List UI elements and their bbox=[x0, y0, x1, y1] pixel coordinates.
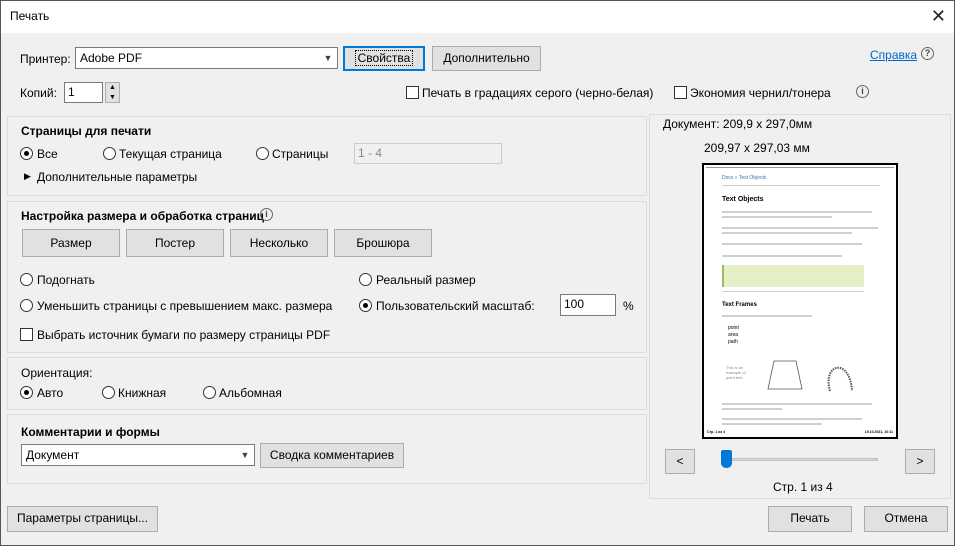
document-size: Документ: 209,9 x 297,0мм bbox=[663, 117, 813, 131]
actual-size-label: Реальный размер bbox=[376, 273, 476, 287]
fit-radio[interactable] bbox=[20, 273, 33, 286]
preview-footer-left: Стр. 1 из 4 bbox=[707, 430, 726, 434]
preview-illustration: This is anexample ofpoint text. bbox=[726, 360, 853, 392]
sizing-info-icon[interactable]: i bbox=[260, 208, 273, 221]
next-page-button[interactable]: > bbox=[905, 449, 935, 474]
print-button[interactable]: Печать bbox=[768, 506, 852, 532]
shrink-label: Уменьшить страницы с превышением макс. р… bbox=[37, 299, 333, 313]
copies-stepper[interactable]: ▲ ▼ bbox=[105, 82, 120, 103]
print-dialog: Печать ✕ Принтер: Adobe PDF ▼ Свойства Д… bbox=[0, 0, 955, 546]
paper-source-checkbox[interactable] bbox=[20, 328, 33, 341]
preview-heading: Text Objects bbox=[722, 196, 764, 203]
pages-current-radio[interactable] bbox=[103, 147, 116, 160]
properties-button[interactable]: Свойства bbox=[343, 46, 425, 71]
preview-subheading: Text Frames bbox=[722, 302, 757, 308]
svg-text:point text.: point text. bbox=[726, 375, 743, 380]
custom-scale-input[interactable]: 100 bbox=[560, 294, 616, 316]
poster-button[interactable]: Постер bbox=[126, 229, 224, 257]
page-size: 209,97 x 297,03 мм bbox=[704, 141, 810, 155]
page-status: Стр. 1 из 4 bbox=[773, 480, 833, 494]
page-slider-track[interactable] bbox=[723, 458, 878, 461]
printer-select[interactable]: Adobe PDF ▼ bbox=[75, 47, 338, 69]
percent-label: % bbox=[623, 299, 634, 313]
multiple-button[interactable]: Несколько bbox=[230, 229, 328, 257]
grayscale-checkbox[interactable] bbox=[406, 86, 419, 99]
expand-arrow-icon[interactable]: ▶ bbox=[24, 171, 31, 182]
save-ink-checkbox[interactable] bbox=[674, 86, 687, 99]
size-button[interactable]: Размер bbox=[22, 229, 120, 257]
orientation-title: Ориентация: bbox=[21, 366, 93, 380]
shrink-radio[interactable] bbox=[20, 299, 33, 312]
orientation-portrait-label: Книжная bbox=[118, 386, 167, 400]
printer-value: Adobe PDF bbox=[80, 51, 143, 65]
comments-title: Комментарии и формы bbox=[21, 425, 160, 439]
prev-page-button[interactable]: < bbox=[665, 449, 695, 474]
booklet-button[interactable]: Брошюра bbox=[334, 229, 432, 257]
pages-range-radio[interactable] bbox=[256, 147, 269, 160]
preview-bullet: point bbox=[728, 325, 739, 331]
preview-breadcrumb: Docs » Text Objects bbox=[722, 175, 767, 181]
orientation-landscape-radio[interactable] bbox=[203, 386, 216, 399]
orientation-panel bbox=[7, 357, 647, 410]
preview-text-line bbox=[722, 227, 878, 229]
info-icon[interactable]: i bbox=[856, 85, 869, 98]
page-slider-thumb[interactable] bbox=[721, 450, 732, 468]
grayscale-label: Печать в градациях серого (черно-белая) bbox=[422, 86, 654, 100]
sizing-title: Настройка размера и обработка страниц bbox=[21, 209, 264, 223]
chevron-down-icon: ▼ bbox=[240, 450, 250, 460]
orientation-portrait-radio[interactable] bbox=[102, 386, 115, 399]
pages-all-radio[interactable] bbox=[20, 147, 33, 160]
comments-select[interactable]: Документ ▼ bbox=[21, 444, 255, 466]
save-ink-label: Экономия чернил/тонера bbox=[690, 86, 831, 100]
preview-footer-right: 19.10.2021, 10:11 bbox=[864, 430, 893, 434]
window-title: Печать bbox=[10, 9, 50, 23]
custom-scale-radio[interactable] bbox=[359, 299, 372, 312]
preview-text-line bbox=[722, 243, 862, 245]
preview-text-line bbox=[722, 403, 872, 405]
help-link[interactable]: Справка bbox=[870, 48, 917, 62]
pages-title: Страницы для печати bbox=[21, 124, 152, 138]
preview-bullet: path bbox=[728, 339, 738, 345]
fit-label: Подогнать bbox=[37, 273, 95, 287]
actual-size-radio[interactable] bbox=[359, 273, 372, 286]
orientation-landscape-label: Альбомная bbox=[219, 386, 282, 400]
preview-bullet: area bbox=[728, 332, 739, 338]
preview-text-line bbox=[722, 418, 862, 420]
preview-header-rule bbox=[706, 167, 894, 168]
printer-label: Принтер: bbox=[20, 52, 71, 66]
pages-current-label: Текущая страница bbox=[119, 147, 222, 161]
cancel-button[interactable]: Отмена bbox=[864, 506, 948, 532]
preview-text-line bbox=[722, 408, 782, 410]
orientation-auto-label: Авто bbox=[37, 386, 64, 400]
close-icon[interactable]: ✕ bbox=[931, 6, 946, 26]
pages-all-label: Все bbox=[37, 147, 58, 161]
chevron-down-icon: ▼ bbox=[323, 53, 333, 63]
preview-text-line bbox=[722, 232, 852, 234]
page-range-input[interactable]: 1 - 4 bbox=[354, 143, 502, 164]
preview-text-line bbox=[722, 216, 832, 218]
comments-value: Документ bbox=[26, 448, 80, 462]
copies-label: Копий: bbox=[20, 86, 57, 100]
page-setup-button[interactable]: Параметры страницы... bbox=[7, 506, 158, 532]
more-options-link[interactable]: Дополнительные параметры bbox=[37, 170, 197, 184]
custom-scale-label: Пользовательский масштаб: bbox=[376, 299, 535, 313]
preview-code-block bbox=[722, 265, 864, 287]
preview-rule bbox=[722, 185, 880, 186]
page-preview: Docs » Text Objects Text Objects Text Fr… bbox=[702, 163, 898, 439]
preview-text-line bbox=[722, 211, 872, 213]
preview-rule bbox=[722, 291, 864, 292]
advanced-button[interactable]: Дополнительно bbox=[432, 46, 541, 71]
comment-summary-button[interactable]: Сводка комментариев bbox=[260, 443, 404, 468]
pages-range-label: Страницы bbox=[272, 147, 329, 161]
preview-text-line bbox=[722, 315, 812, 317]
orientation-auto-radio[interactable] bbox=[20, 386, 33, 399]
preview-text-line bbox=[722, 255, 842, 257]
preview-text-line bbox=[722, 423, 822, 425]
title-bar: Печать ✕ bbox=[1, 1, 954, 33]
help-icon[interactable]: ? bbox=[921, 47, 934, 60]
paper-source-label: Выбрать источник бумаги по размеру стран… bbox=[37, 328, 331, 342]
copies-input[interactable]: 1 bbox=[64, 82, 103, 103]
